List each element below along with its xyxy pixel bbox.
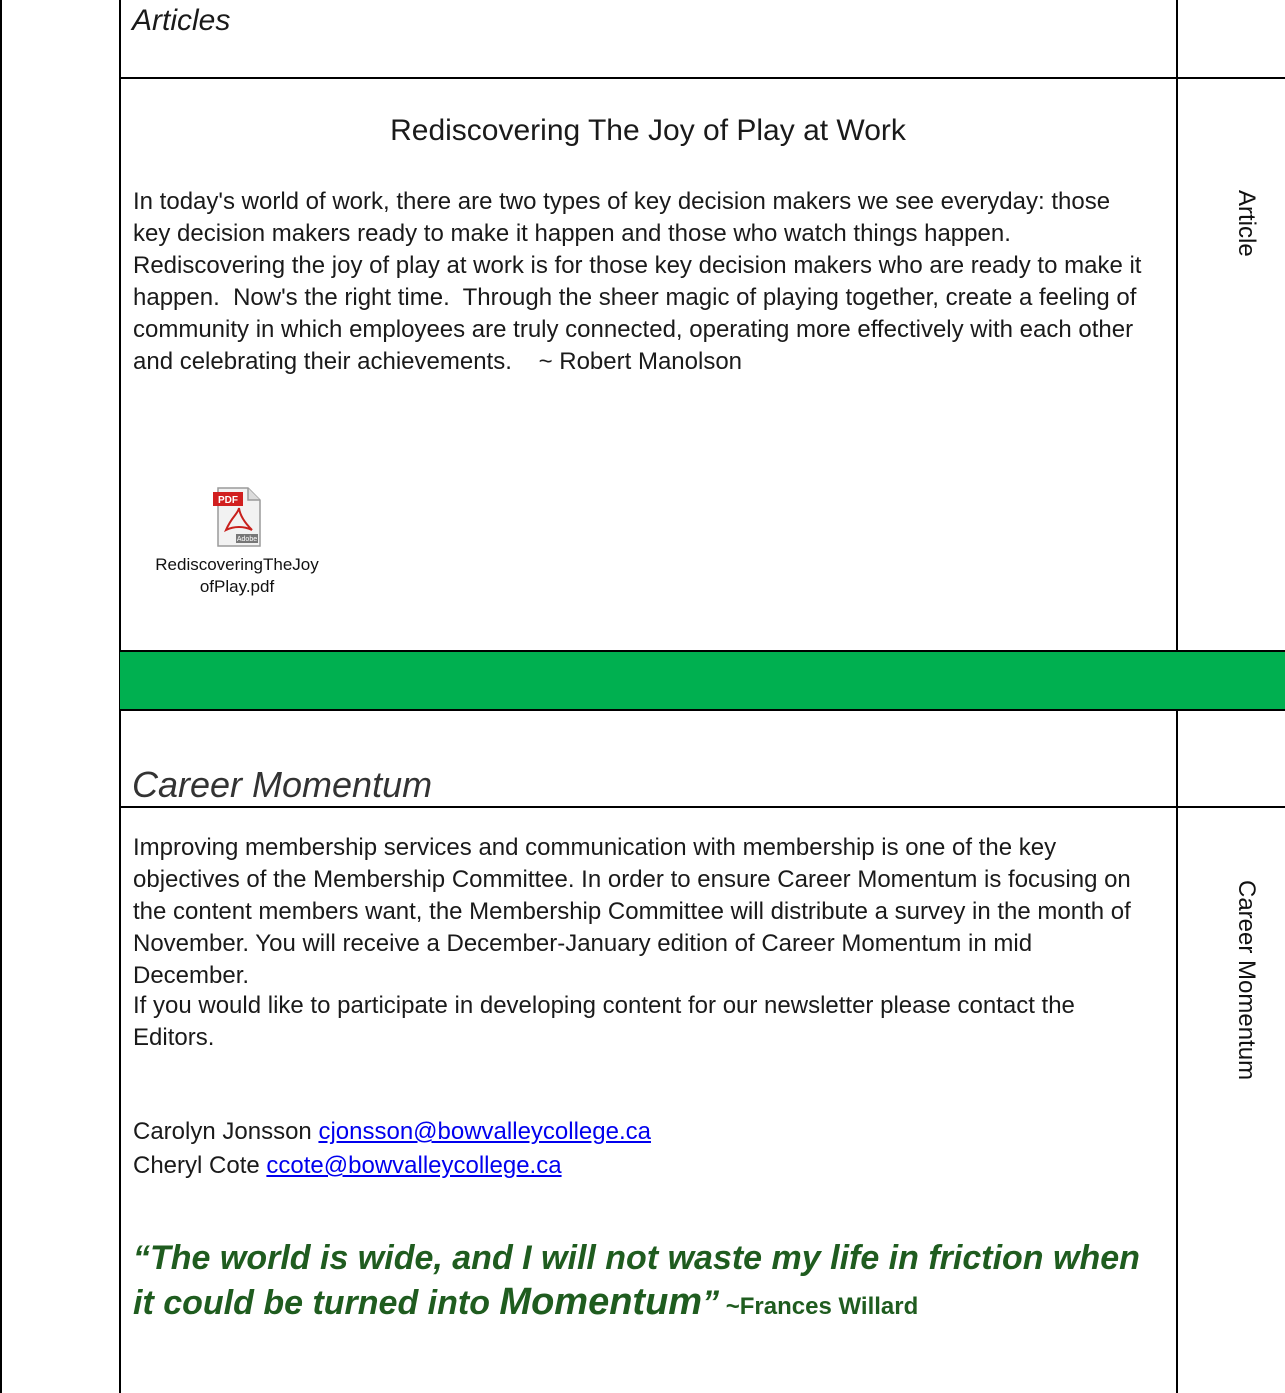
career-momentum-side-label: Career Momentum [1233,880,1260,1081]
section-separator-band [120,651,1285,709]
article-body: In today's world of work, there are two … [133,188,1149,375]
row-divider-3 [119,709,1285,711]
quote-emphasis: Momentum [499,1281,703,1323]
contact-name: Carolyn Jonsson [133,1118,312,1145]
contact-email-link[interactable]: cjonsson@bowvalleycollege.ca [318,1118,651,1145]
left-border [0,0,2,1393]
career-paragraph-1: Improving membership services and commun… [133,834,1131,989]
pdf-filename-line1: RediscoveringTheJoy [155,555,319,574]
pdf-icon-badge: PDF [218,495,238,506]
pdf-icon: PDF Adobe [213,487,261,547]
pdf-filename[interactable]: RediscoveringTheJoy ofPlay.pdf [132,554,342,598]
pdf-icon-brand: Adobe [237,536,257,543]
quote-closing-mark: ” [702,1284,720,1322]
article-side-label: Article [1233,190,1260,257]
career-paragraph-2: If you would like to participate in deve… [133,992,1075,1051]
row-divider-2 [119,650,1285,652]
quote-author: ~Frances Willard [719,1293,919,1320]
row-divider-1 [119,77,1285,79]
articles-section-title: Articles [132,4,231,37]
closing-quote: “The world is wide, and I will not waste… [133,1236,1163,1329]
row-divider-4 [119,806,1285,808]
career-momentum-title: Career Momentum [132,764,433,805]
contact-line: Carolyn Jonsson cjonsson@bowvalleycolleg… [133,1116,651,1148]
contact-name: Cheryl Cote [133,1152,260,1179]
contact-line: Cheryl Cote ccote@bowvalleycollege.ca [133,1150,562,1182]
pdf-attachment[interactable]: PDF Adobe RediscoveringTheJoy ofPlay.pdf [132,486,342,598]
article-heading: Rediscovering The Joy of Play at Work [390,114,906,147]
contact-email-link[interactable]: ccote@bowvalleycollege.ca [266,1152,561,1179]
pdf-filename-line2: ofPlay.pdf [199,577,275,596]
